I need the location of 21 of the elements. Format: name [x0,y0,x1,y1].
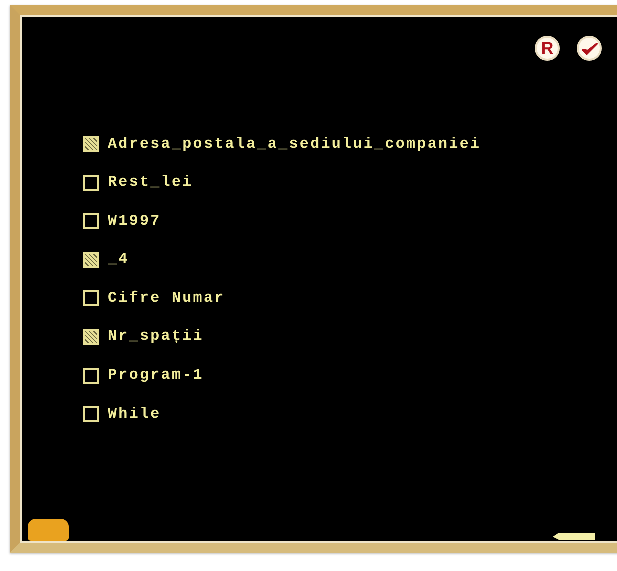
checkbox[interactable] [83,406,99,422]
eraser-drawing [28,519,69,541]
option-label: Cifre Numar [108,290,226,307]
checkbox[interactable] [83,174,99,191]
checkbox[interactable] [83,290,99,306]
option-label: _4 [108,251,130,268]
checkbox[interactable] [83,213,99,230]
option-label: W1997 [108,212,162,230]
option-label: While [108,406,162,423]
checkbox[interactable] [83,328,99,345]
checkbox[interactable] [83,136,99,152]
reset-button[interactable]: R [535,36,560,61]
confirm-button[interactable] [577,36,602,61]
option-label: Adresa_postala_a_sediului_companiei [108,136,482,152]
chalk-drawing [553,532,595,541]
option-label: Program-1 [108,367,204,384]
check-icon [580,42,598,56]
option-label: Nr_spații [108,328,204,346]
option-label: Rest_lei [108,174,194,192]
checkbox[interactable] [83,252,99,268]
checkbox[interactable] [83,368,99,384]
